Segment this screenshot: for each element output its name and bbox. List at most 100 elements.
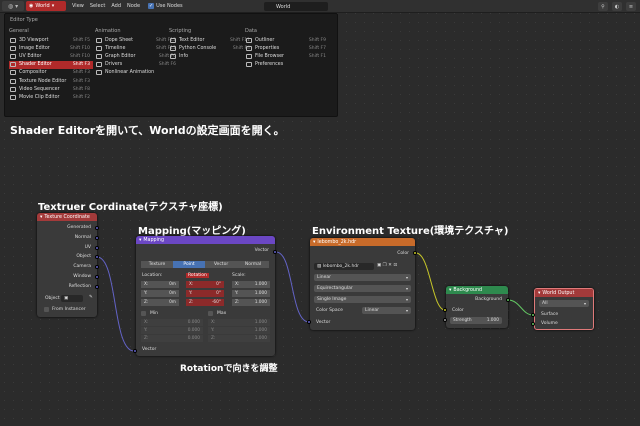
menu-view[interactable]: View [72, 3, 84, 9]
editor-type-item[interactable]: Video Sequencer Shift F8 [9, 85, 93, 93]
editor-type-item[interactable]: UV Editor Shift F10 [9, 52, 93, 60]
editor-type-item[interactable]: Shader Editor Shift F3 [9, 60, 93, 69]
texture-coordinate-header[interactable]: ▾ Texture Coordinate [37, 213, 97, 221]
mapping-tab-point[interactable]: Point [173, 261, 205, 268]
scale-field[interactable]: Z: 1.000 [232, 299, 270, 306]
projection-dropdown[interactable]: Equirectangular ▾ [314, 285, 411, 292]
max-field[interactable]: Y: 1.000 [208, 327, 270, 334]
mapping-node[interactable]: ▾ Mapping Vector Texture Point Vector No… [136, 236, 275, 356]
socket-uv[interactable] [95, 246, 99, 250]
editor-type-item[interactable]: Dope Sheet Shift F12 [95, 36, 179, 44]
collapse-arrow-icon[interactable]: ▾ [40, 215, 42, 220]
image-browse-icons[interactable]: ▣ ❐ ✕ ⊡ [377, 263, 397, 268]
strength-field[interactable]: Strength 1.000 [450, 317, 502, 324]
mapping-tab-normal[interactable]: Normal [237, 261, 269, 268]
scale-field[interactable]: Y: 1.000 [232, 290, 270, 297]
background-header[interactable]: ▾ Background [446, 286, 508, 294]
editor-type-item[interactable]: Graph Editor Shift F6 [95, 52, 179, 60]
editor-type-item[interactable]: Info [169, 52, 253, 60]
background-color-socket[interactable] [443, 308, 447, 312]
editor-type-item[interactable]: Texture Node Editor Shift F3 [9, 77, 93, 85]
render-target-dropdown[interactable]: All ▾ [539, 300, 589, 307]
color-space-dropdown[interactable]: Linear ▾ [362, 307, 411, 314]
socket-normal[interactable] [95, 236, 99, 240]
collapse-arrow-icon[interactable]: ▾ [313, 240, 315, 245]
from-instancer-checkbox[interactable] [44, 307, 49, 312]
editor-type-item[interactable]: Properties Shift F7 [245, 44, 329, 52]
pin-icon[interactable]: ⚲ [598, 2, 608, 11]
eyedropper-icon[interactable]: ✎ [89, 295, 93, 300]
min-checkbox[interactable] [141, 311, 146, 316]
overlay-icon[interactable]: ◐ [612, 2, 622, 11]
axis-value: -60° [211, 300, 221, 305]
editor-type-button[interactable]: ◍ ▾ [2, 1, 24, 11]
envtex-output-socket[interactable] [413, 251, 417, 255]
mapping-tab-texture[interactable]: Texture [141, 261, 173, 268]
environment-texture-header[interactable]: ▾ lebombo_2k.hdr [310, 238, 415, 246]
source-dropdown[interactable]: Single Image ▾ [314, 296, 411, 303]
editor-type-item[interactable]: Timeline Shift F12 [95, 44, 179, 52]
world-output-header[interactable]: ▾ World Output [535, 289, 593, 297]
collapse-arrow-icon[interactable]: ▾ [538, 291, 540, 296]
editor-type-item[interactable]: File Browser Shift F1 [245, 52, 329, 60]
min-field[interactable]: Z: 0.000 [141, 335, 203, 342]
mapping-output-socket[interactable] [273, 250, 277, 254]
socket-generated[interactable] [95, 226, 99, 230]
min-field[interactable]: X: 0.000 [141, 319, 203, 326]
rotation-field[interactable]: Z: -60° [186, 299, 224, 306]
mapping-header[interactable]: ▾ Mapping [136, 236, 275, 244]
mapping-tab-vector[interactable]: Vector [205, 261, 237, 268]
editor-type-label: Graph Editor [105, 53, 136, 59]
socket-reflection[interactable] [95, 285, 99, 289]
editor-type-item[interactable]: Movie Clip Editor Shift F2 [9, 93, 93, 101]
image-datablock-field[interactable]: ▨ lebombo_2k.hdr [314, 263, 374, 270]
rotation-field[interactable]: X: 0° [186, 281, 224, 288]
editor-type-item[interactable]: Image Editor Shift F10 [9, 44, 93, 52]
world-output-surface-socket[interactable] [531, 313, 535, 317]
scale-field[interactable]: X: 1.000 [232, 281, 270, 288]
editor-type-label: Dope Sheet [105, 37, 134, 43]
editor-type-item[interactable]: Compositor Shift F3 [9, 69, 93, 77]
mapping-input-socket[interactable] [133, 349, 137, 353]
background-node[interactable]: ▾ Background Background Color Strength 1… [446, 286, 508, 328]
rotation-field[interactable]: Y: 0° [186, 290, 224, 297]
world-output-volume-socket[interactable] [531, 322, 535, 326]
socket-object[interactable] [95, 255, 99, 259]
collapse-arrow-icon[interactable]: ▾ [139, 238, 141, 243]
editor-type-label: Python Console [179, 45, 217, 51]
location-field[interactable]: Y: 0m [141, 290, 179, 297]
menu-node[interactable]: Node [127, 3, 140, 9]
editor-type-item[interactable]: 3D Viewport Shift F5 [9, 36, 93, 44]
socket-window[interactable] [95, 275, 99, 279]
editor-column-2: Scripting Text Editor Shift F11 Python Cons… [169, 28, 253, 61]
editor-type-item[interactable]: Preferences [245, 61, 329, 69]
menu-select[interactable]: Select [90, 3, 105, 9]
min-field[interactable]: Y: 0.000 [141, 327, 203, 334]
editor-type-item[interactable]: Python Console Shift F4 [169, 44, 253, 52]
envtex-input-socket[interactable] [307, 320, 311, 324]
max-checkbox[interactable] [208, 311, 213, 316]
editor-type-item[interactable]: Text Editor Shift F11 [169, 36, 253, 44]
world-output-node[interactable]: ▾ World Output All ▾ Surface Volume [534, 288, 594, 330]
collapse-arrow-icon[interactable]: ▾ [449, 288, 451, 293]
location-field[interactable]: Z: 0m [141, 299, 179, 306]
editor-type-item[interactable]: Drivers Shift F6 [95, 61, 179, 69]
interpolation-dropdown[interactable]: Linear ▾ [314, 274, 411, 281]
background-output-socket[interactable] [506, 298, 510, 302]
use-nodes-toggle[interactable]: ✓ Use Nodes [148, 3, 183, 9]
shader-type-dropdown[interactable]: ◉ World ▾ [26, 1, 66, 11]
world-datablock-field[interactable]: World [264, 2, 328, 11]
texture-coordinate-node[interactable]: ▾ Texture Coordinate Generated Normal UV… [37, 213, 97, 317]
environment-texture-node[interactable]: ▾ lebombo_2k.hdr Color ▨ lebombo_2k.hdr … [310, 238, 415, 330]
axis-label: Y: [144, 291, 148, 296]
menu-add[interactable]: Add [111, 3, 121, 9]
editor-type-item[interactable]: Outliner Shift F9 [245, 36, 329, 44]
max-field[interactable]: Z: 1.000 [208, 335, 270, 342]
location-field[interactable]: X: 0m [141, 281, 179, 288]
background-strength-socket[interactable] [443, 318, 447, 322]
socket-camera[interactable] [95, 265, 99, 269]
object-picker-field[interactable]: ▣ [61, 295, 83, 302]
sidebar-icon[interactable]: ≡ [626, 2, 636, 11]
editor-type-item[interactable]: Nonlinear Animation [95, 69, 179, 77]
max-field[interactable]: X: 1.000 [208, 319, 270, 326]
